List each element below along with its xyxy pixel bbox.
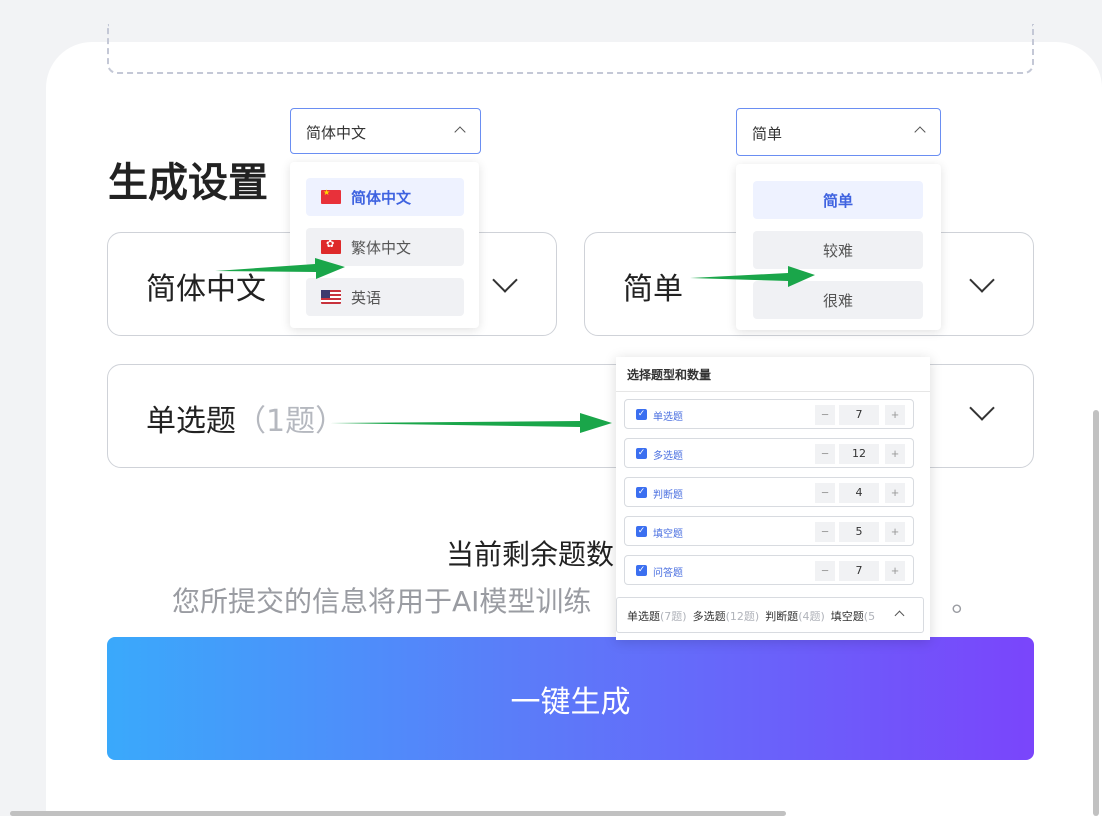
language-option[interactable]: 简体中文 [306,178,464,216]
difficulty-popup-value: 简单 [752,125,783,143]
panel-title: 选择题型和数量 [627,368,712,382]
horizontal-scrollbar[interactable] [10,811,786,816]
summary-count: (5 [863,610,876,623]
count-input[interactable]: 4 [839,483,879,503]
decrement-button[interactable]: − [815,444,835,464]
remaining-count-text: 当前剩余题数 [446,538,615,571]
increment-button[interactable]: + [885,483,905,503]
generate-button[interactable]: 一键生成 [107,637,1034,760]
count-input[interactable]: 7 [839,405,879,425]
question-row: ✓ 填空题 − 5 + [624,516,914,546]
summary-label: 多选题 [692,610,726,623]
summary-label: 单选题 [627,610,660,623]
chevron-up-icon [454,126,466,138]
question-row: ✓ 单选题 − 7 + [624,399,914,429]
difficulty-popup-select[interactable]: 简单 [736,108,941,156]
summary-label: 判断题 [765,610,799,623]
option-label: 英语 [351,288,382,307]
chevron-up-icon [914,126,926,138]
chevron-up-icon [894,610,905,621]
question-row: ✓ 判断题 − 4 + [624,477,914,507]
difficulty-select-value: 简单 [623,272,683,307]
annotation-arrow-icon [690,266,815,287]
upload-dropzone[interactable] [107,24,1034,74]
summary-count: (12题) [725,610,760,623]
checkbox-checked-icon[interactable]: ✓ [636,487,647,498]
annotation-arrow-icon [215,258,345,279]
annotation-arrow-icon [330,413,612,433]
question-row-label: 问答题 [653,568,683,579]
summary-count: (4题) [798,610,825,623]
option-label: 简体中文 [351,188,412,207]
summary-count: (7题) [660,610,687,623]
checkbox-checked-icon[interactable]: ✓ [636,565,647,576]
summary-label: 填空题 [830,610,864,623]
divider [616,391,930,392]
option-label: 繁体中文 [351,238,412,257]
question-type-panel: 选择题型和数量 ✓ 单选题 − 7 + ✓ 多选题 − 12 + ✓ 判断题 −… [616,357,930,640]
question-row: ✓ 问答题 − 7 + [624,555,914,585]
difficulty-dropdown: 简单 较难 很难 [736,164,941,330]
summary-list: 单选题(7题) 多选题(12题) 判断题(4题) 填空题(5 [627,608,881,624]
question-type-select-value: 单选题（1题） [146,404,346,439]
question-row: ✓ 多选题 − 12 + [624,438,914,468]
us-flag-icon [321,290,341,304]
count-input[interactable]: 7 [839,561,879,581]
question-row-label: 判断题 [653,490,683,501]
vertical-scrollbar[interactable] [1093,410,1099,816]
hk-flag-icon [321,239,341,254]
checkbox-checked-icon[interactable]: ✓ [636,448,647,459]
increment-button[interactable]: + [885,405,905,425]
question-row-label: 单选题 [653,412,683,423]
question-type-count: （1题） [236,404,346,439]
language-popup-value: 简体中文 [306,124,367,142]
cn-flag-icon [321,188,341,204]
decrement-button[interactable]: − [815,405,835,425]
question-row-label: 填空题 [653,529,683,540]
count-input[interactable]: 12 [839,444,879,464]
difficulty-option[interactable]: 简单 [753,181,923,219]
increment-button[interactable]: + [885,444,905,464]
chevron-down-icon [492,267,518,293]
section-title: 生成设置 [108,160,268,206]
increment-button[interactable]: + [885,522,905,542]
checkbox-checked-icon[interactable]: ✓ [636,526,647,537]
question-summary-select[interactable]: 单选题(7题) 多选题(12题) 判断题(4题) 填空题(5 [616,597,924,633]
count-input[interactable]: 5 [839,522,879,542]
chevron-down-icon [969,267,995,293]
chevron-down-icon [969,395,995,421]
increment-button[interactable]: + [885,561,905,581]
question-row-label: 多选题 [653,451,683,462]
language-popup-select[interactable]: 简体中文 [290,108,481,154]
decrement-button[interactable]: − [815,483,835,503]
decrement-button[interactable]: − [815,522,835,542]
checkbox-checked-icon[interactable]: ✓ [636,409,647,420]
language-dropdown: 简体中文 繁体中文 英语 [290,162,479,328]
decrement-button[interactable]: − [815,561,835,581]
